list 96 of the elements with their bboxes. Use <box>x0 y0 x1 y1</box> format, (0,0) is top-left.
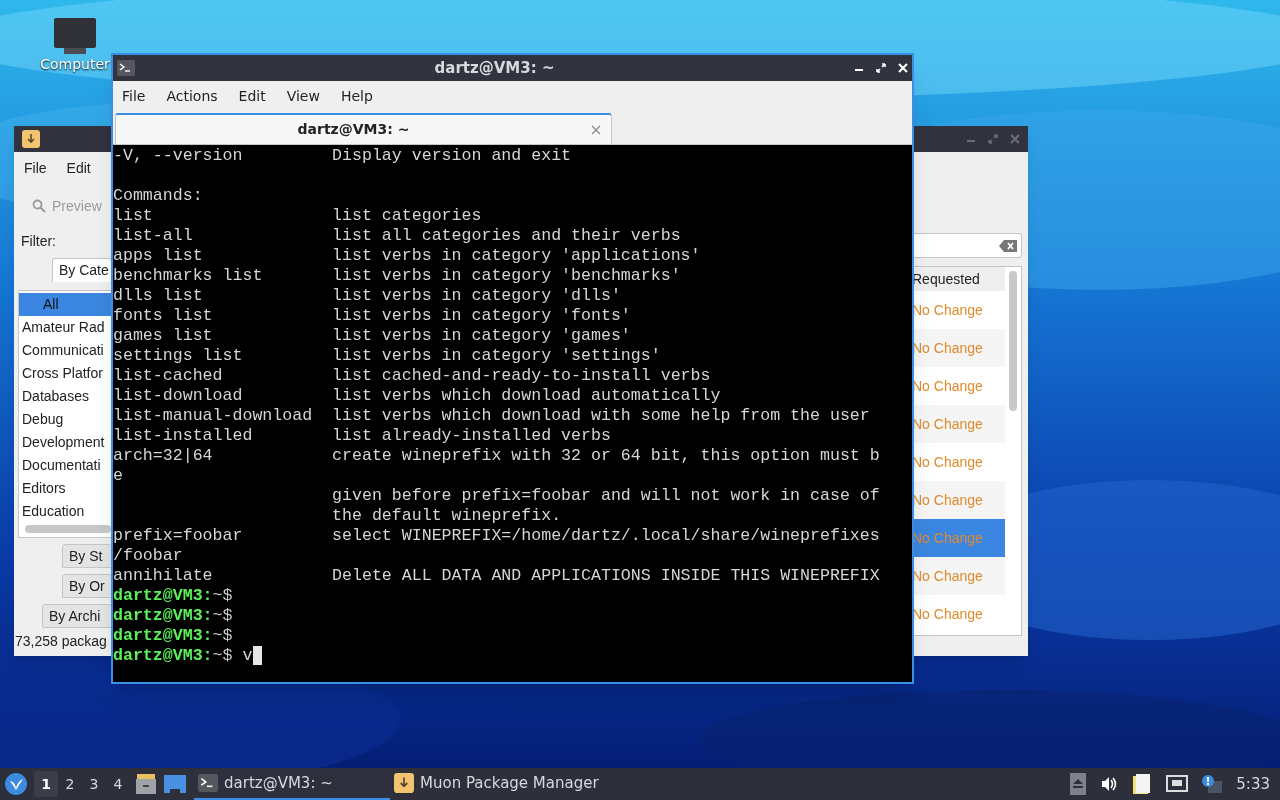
command-description: list verbs in category 'dlls' <box>332 286 621 306</box>
prompt-user: dartz@VM3: <box>113 626 213 646</box>
volume-icon[interactable] <box>1100 775 1119 793</box>
clock: 5:33 <box>1236 773 1270 795</box>
category-item[interactable]: Debug <box>19 408 112 431</box>
monitor-icon[interactable] <box>54 18 96 54</box>
prompt-path: ~$ <box>212 626 233 646</box>
download-icon <box>394 773 414 793</box>
command-name: fonts list <box>113 306 213 326</box>
command-description: list cached-and-ready-to-install verbs <box>332 366 711 386</box>
command-name: list-all <box>113 226 193 246</box>
menu-item[interactable]: Edit <box>66 158 91 179</box>
command-name: list-cached <box>113 366 223 386</box>
command-name: list <box>113 206 153 226</box>
output-line: Commands: <box>113 186 203 205</box>
category-item[interactable]: All <box>19 293 112 316</box>
command-description: list all categories and their verbs <box>332 226 681 246</box>
command-description: list verbs in category 'settings' <box>332 346 661 366</box>
search-field[interactable] <box>912 233 1022 258</box>
prompt-user: dartz@VM3: <box>113 646 213 666</box>
filter-tab[interactable]: By Or <box>62 574 112 598</box>
category-item[interactable]: Documentati <box>19 454 112 477</box>
task-button[interactable]: Muon Package Manager <box>390 768 603 800</box>
desktop-switch[interactable]: 3 <box>82 771 106 797</box>
eject-icon[interactable] <box>1070 773 1087 795</box>
prompt-path: ~$ <box>212 586 233 606</box>
command-name: list-installed <box>113 426 253 446</box>
prompt-path: ~$ <box>212 646 233 666</box>
desktop-switch[interactable]: 1 <box>34 771 58 797</box>
command-description: list verbs which download with some help from the user <box>332 406 870 426</box>
file-cabinet-icon[interactable] <box>136 773 156 795</box>
command-name: -V, --version <box>113 146 243 166</box>
command-description: list verbs in category 'games' <box>332 326 631 346</box>
command-description: create wineprefix with 32 or 64 bit, this option must b <box>332 446 880 466</box>
terminal-icon <box>117 60 135 76</box>
menu-icon[interactable] <box>4 772 28 796</box>
menu-item[interactable]: File <box>24 158 47 179</box>
filter-tab[interactable]: By Archi <box>42 604 112 628</box>
command-name: games list <box>113 326 213 346</box>
command-name: dlls list <box>113 286 203 306</box>
command-description: list verbs in category 'fonts' <box>332 306 631 326</box>
menu-item[interactable]: Help <box>340 85 373 107</box>
notification-icon[interactable] <box>1202 775 1223 793</box>
command-description: given before prefix=foobar and will not work in case of <box>332 486 880 506</box>
output-line: /foobar <box>113 546 183 565</box>
command-description: list already-installed verbs <box>332 426 611 446</box>
command-description: list verbs in category 'applications' <box>332 246 701 266</box>
category-item[interactable]: Education <box>19 500 112 523</box>
command-description: select WINEPREFIX=/home/dartz/.local/share/wineprefixes <box>332 526 880 546</box>
category-item[interactable]: Communicati <box>19 339 112 362</box>
filter-tab[interactable]: By St <box>62 544 112 568</box>
category-item[interactable]: Development <box>19 431 112 454</box>
prompt-path: ~$ <box>212 606 233 626</box>
command-description: list verbs in category 'benchmarks' <box>332 266 681 286</box>
output-line: e <box>113 466 123 485</box>
network-icon[interactable] <box>1166 775 1189 793</box>
command-name: prefix=foobar <box>113 526 243 546</box>
menu-item[interactable]: View <box>286 85 320 107</box>
desktop-switch[interactable]: 4 <box>106 771 130 797</box>
category-item[interactable]: Databases <box>19 385 112 408</box>
command-name: arch=32|64 <box>113 446 213 466</box>
menu-item[interactable]: File <box>122 85 146 107</box>
command-description: list verbs which download automatically <box>332 386 721 406</box>
clipboard-icon[interactable] <box>1132 773 1153 795</box>
menu-item[interactable]: Actions <box>166 85 218 107</box>
category-item[interactable]: Editors <box>19 477 112 500</box>
status-text: 73,258 packag <box>15 632 108 651</box>
terminal-tab[interactable]: dartz@VM3: ~ <box>115 113 612 144</box>
command-name: apps list <box>113 246 203 266</box>
scrollbar[interactable] <box>25 525 111 533</box>
window-title: dartz@VM3: ~ <box>433 57 556 79</box>
filter-label: Filter: <box>20 232 57 251</box>
command-name: benchmarks list <box>113 266 263 286</box>
desktop-switch[interactable]: 2 <box>58 771 82 797</box>
command-name: list-download <box>113 386 243 406</box>
command-name: annihilate <box>113 566 213 586</box>
command-description: the default wineprefix. <box>332 506 562 526</box>
menu-item[interactable]: Edit <box>238 85 266 107</box>
search-icon <box>32 199 46 213</box>
category-item[interactable]: Amateur Rad <box>19 316 112 339</box>
typed-text: v <box>242 646 253 666</box>
prompt-user: dartz@VM3: <box>113 606 213 626</box>
scrollbar[interactable] <box>1009 271 1017 411</box>
command-description: list categories <box>332 206 482 226</box>
clear-icon[interactable] <box>999 239 1017 252</box>
command-description: Display version and exit <box>332 146 572 166</box>
category-item[interactable]: Cross Platfor <box>19 362 112 385</box>
download-icon <box>22 130 40 148</box>
prompt-user: dartz@VM3: <box>113 586 213 606</box>
terminal-icon <box>198 774 218 792</box>
filter-tab[interactable]: By Cate <box>52 258 112 282</box>
command-description: Delete ALL DATA AND APPLICATIONS INSIDE THIS WINEPREFIX <box>332 566 880 586</box>
column-header[interactable]: Requested <box>912 267 1005 291</box>
command-name: list-manual-download <box>113 406 313 426</box>
desktop-icon[interactable] <box>164 775 186 793</box>
command-name: settings list <box>113 346 243 366</box>
